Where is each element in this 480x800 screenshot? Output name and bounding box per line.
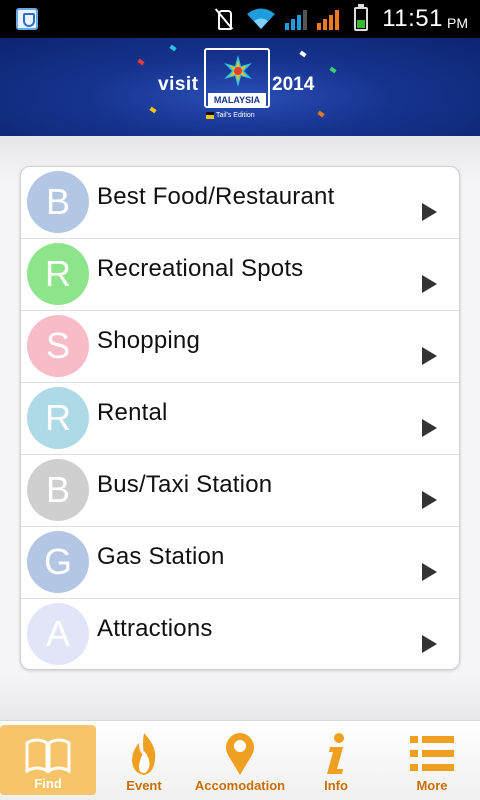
logo-visit-text: visit <box>158 74 199 95</box>
tab-event[interactable]: Event <box>96 721 192 800</box>
list-item[interactable]: R Recreational Spots <box>21 239 459 311</box>
clock-ampm: PM <box>447 15 468 31</box>
tab-label: Find <box>34 776 62 791</box>
letter-badge: S <box>27 315 89 377</box>
signal-icon <box>317 10 340 30</box>
logo-year-text: 2014 <box>272 74 315 95</box>
list-item-label: Bus/Taxi Station <box>97 471 273 498</box>
tab-label: More <box>416 778 448 793</box>
logo-country-text: MALAYSIA <box>208 93 266 107</box>
chevron-right-icon <box>422 275 437 293</box>
list-item-label: Rental <box>97 399 168 426</box>
chevron-right-icon <box>422 635 437 653</box>
list-icon <box>410 736 454 771</box>
logo-edition-text: Tail's Edition <box>216 112 255 119</box>
list-item[interactable]: A Attractions <box>21 599 459 669</box>
chevron-right-icon <box>422 347 437 365</box>
letter-badge: B <box>27 171 89 233</box>
letter-badge: B <box>27 459 89 521</box>
info-icon <box>327 733 344 774</box>
wifi-icon <box>247 8 276 29</box>
status-icons: 11:51 PM <box>214 4 468 34</box>
book-icon <box>25 738 71 774</box>
list-item-label: Gas Station <box>97 543 225 570</box>
list-item[interactable]: S Shopping <box>21 311 459 383</box>
app-shield-icon <box>16 8 38 30</box>
map-pin-icon <box>226 733 254 775</box>
list-item-label: Best Food/Restaurant <box>97 183 335 210</box>
bottom-tab-bar: Find Event Accomodation Info More <box>0 720 480 800</box>
chevron-right-icon <box>422 563 437 581</box>
chevron-right-icon <box>422 491 437 509</box>
letter-badge: R <box>27 243 89 305</box>
list-item[interactable]: B Bus/Taxi Station <box>21 455 459 527</box>
chevron-right-icon <box>422 203 437 221</box>
list-item[interactable]: G Gas Station <box>21 527 459 599</box>
list-item-label: Attractions <box>97 615 213 642</box>
battery-icon <box>354 4 369 31</box>
tab-more[interactable]: More <box>384 721 480 800</box>
tab-info[interactable]: Info <box>288 721 384 800</box>
visit-malaysia-logo: visit 2014 MALAYSIA Tail's Edition <box>158 48 322 128</box>
flame-icon <box>132 733 156 775</box>
list-item-label: Recreational Spots <box>97 255 304 282</box>
content-area: B Best Food/Restaurant R Recreational Spots… <box>0 136 480 720</box>
category-list: B Best Food/Restaurant R Recreational Spots… <box>20 166 460 670</box>
status-bar: 11:51 PM <box>0 0 480 38</box>
letter-badge: R <box>27 387 89 449</box>
flag-icon <box>206 112 214 119</box>
signal-icon <box>285 10 308 30</box>
letter-badge: G <box>27 531 89 593</box>
header-banner: visit 2014 MALAYSIA Tail's Edition <box>0 38 480 136</box>
list-item[interactable]: B Best Food/Restaurant <box>21 167 459 239</box>
starburst-icon <box>224 55 252 87</box>
list-item-label: Shopping <box>97 327 201 354</box>
chevron-right-icon <box>422 419 437 437</box>
letter-badge: A <box>27 603 89 665</box>
tab-find[interactable]: Find <box>0 725 96 795</box>
tab-label: Accomodation <box>194 778 286 793</box>
tab-accomodation[interactable]: Accomodation <box>192 721 288 800</box>
clock-time: 11:51 <box>382 5 443 32</box>
tab-label: Info <box>324 778 348 793</box>
mute-icon <box>214 7 234 31</box>
list-item[interactable]: R Rental <box>21 383 459 455</box>
tab-label: Event <box>126 778 162 793</box>
